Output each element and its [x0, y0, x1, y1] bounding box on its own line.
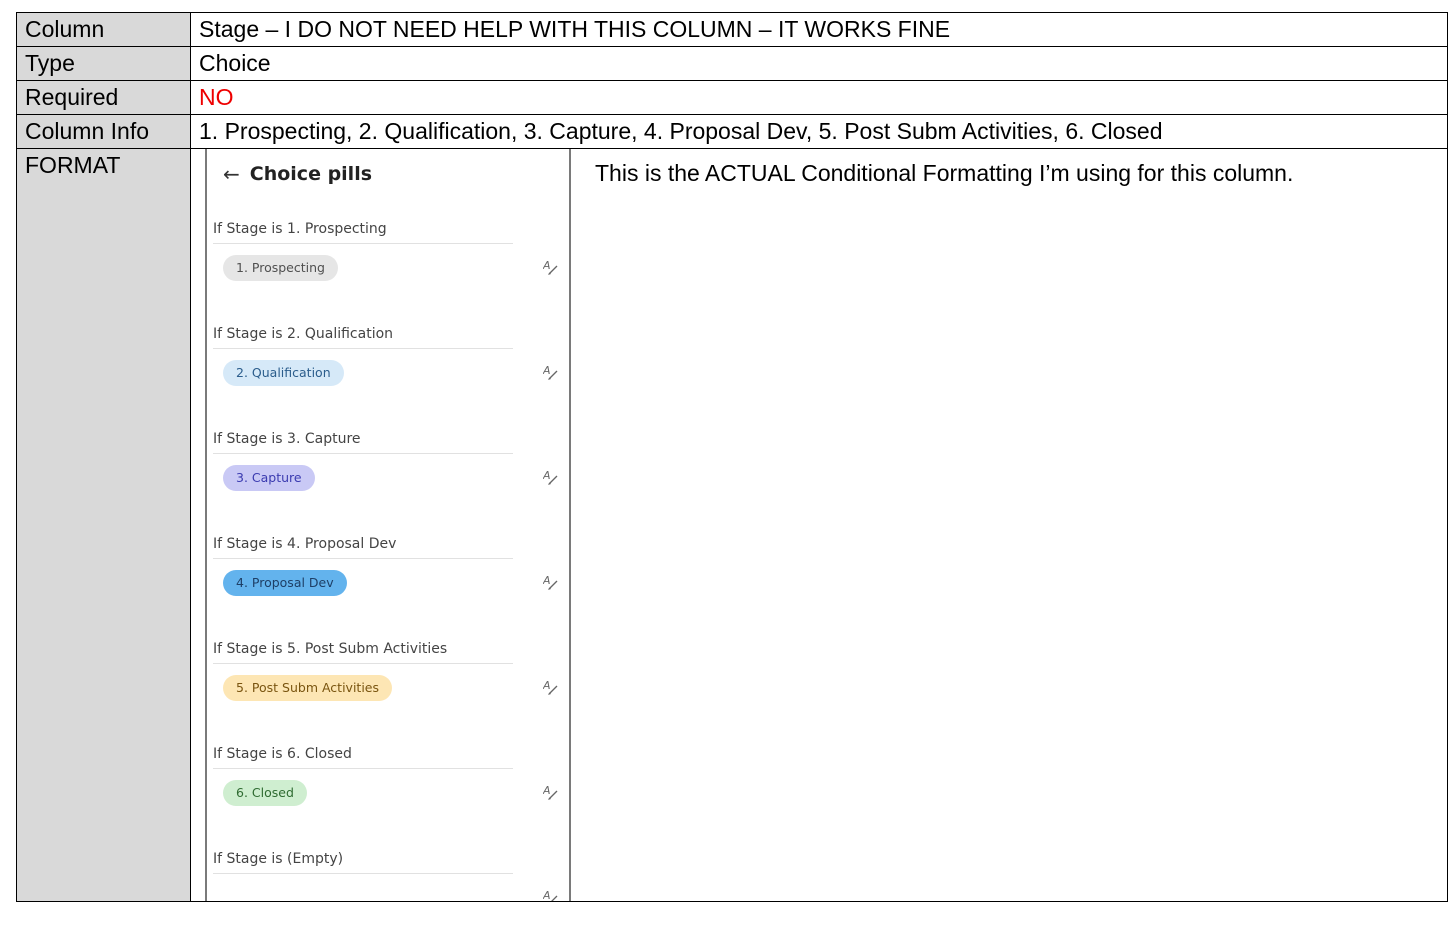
- svg-text:A: A: [543, 469, 551, 482]
- row-type: Type Choice: [16, 46, 1448, 81]
- choice-pill: 4. Proposal Dev: [223, 570, 347, 596]
- edit-style-icon[interactable]: A: [542, 467, 559, 495]
- row-value: 1. Prospecting, 2. Qualification, 3. Cap…: [190, 114, 1448, 149]
- row-label: Type: [16, 46, 191, 81]
- rule-condition: If Stage is 4. Proposal Dev: [213, 536, 397, 552]
- edit-style-icon[interactable]: A: [542, 782, 559, 810]
- rule-condition: If Stage is 3. Capture: [213, 431, 361, 447]
- row-value: Choice: [190, 46, 1448, 81]
- svg-text:A: A: [543, 784, 551, 797]
- rule-separator: [213, 453, 513, 454]
- row-value: Stage – I DO NOT NEED HELP WITH THIS COL…: [190, 12, 1448, 47]
- choice-pill: 5. Post Subm Activities: [223, 675, 392, 701]
- row-column-info: Column Info 1. Prospecting, 2. Qualifica…: [16, 114, 1448, 149]
- spec-table: Column Stage – I DO NOT NEED HELP WITH T…: [16, 12, 1448, 902]
- row-label: FORMAT: [16, 148, 191, 902]
- row-label: Required: [16, 80, 191, 115]
- rule-separator: [213, 348, 513, 349]
- row-label: Column Info: [16, 114, 191, 149]
- choice-pill: 2. Qualification: [223, 360, 344, 386]
- rule-item: If Stage is 4. Proposal Dev 4. Proposal D…: [213, 530, 558, 596]
- rule-item: If Stage is 2. Qualification 2. Qualifica…: [213, 320, 558, 386]
- rule-item: If Stage is 6. Closed 6. Closed A: [213, 740, 558, 806]
- rule-item: If Stage is 5. Post Subm Activities 5. Po…: [213, 635, 558, 701]
- svg-text:A: A: [543, 259, 551, 272]
- choice-pill: 6. Closed: [223, 780, 307, 806]
- edit-style-icon[interactable]: A: [542, 362, 559, 390]
- panel-title: Choice pills: [249, 163, 373, 185]
- rule-separator: [213, 558, 513, 559]
- edit-style-icon[interactable]: A: [542, 887, 559, 902]
- required-value: NO: [190, 80, 1448, 115]
- rule-item: If Stage is (Empty) A: [213, 845, 558, 901]
- rule-condition: If Stage is 5. Post Subm Activities: [213, 641, 448, 657]
- svg-text:A: A: [543, 889, 551, 902]
- rule-separator: [213, 873, 513, 874]
- choice-pill: 1. Prospecting: [223, 255, 338, 281]
- rule-condition: If Stage is (Empty): [213, 851, 344, 867]
- row-required: Required NO: [16, 80, 1448, 115]
- svg-text:A: A: [543, 679, 551, 692]
- svg-text:A: A: [543, 574, 551, 587]
- edit-style-icon[interactable]: A: [542, 572, 559, 600]
- rule-item: If Stage is 1. Prospecting 1. Prospecting…: [213, 215, 558, 281]
- row-format: FORMAT ← Choice pills If Stage is 1. Pro…: [16, 148, 1448, 902]
- rule-condition: If Stage is 2. Qualification: [213, 326, 394, 342]
- format-note: This is the ACTUAL Conditional Formattin…: [595, 160, 1294, 186]
- row-column: Column Stage – I DO NOT NEED HELP WITH T…: [16, 12, 1448, 47]
- edit-style-icon[interactable]: A: [542, 677, 559, 705]
- format-cell: ← Choice pills If Stage is 1. Prospectin…: [190, 148, 1448, 902]
- rule-item: If Stage is 3. Capture 3. Capture A: [213, 425, 558, 491]
- rule-separator: [213, 768, 513, 769]
- svg-text:A: A: [543, 364, 551, 377]
- choice-pills-panel: ← Choice pills If Stage is 1. Prospectin…: [205, 149, 571, 901]
- rule-separator: [213, 663, 513, 664]
- panel-header: ← Choice pills: [223, 161, 372, 187]
- edit-style-icon[interactable]: A: [542, 257, 559, 285]
- rule-condition: If Stage is 1. Prospecting: [213, 221, 387, 237]
- rule-separator: [213, 243, 513, 244]
- row-label: Column: [16, 12, 191, 47]
- choice-pill: 3. Capture: [223, 465, 315, 491]
- arrow-left-icon[interactable]: ←: [223, 164, 240, 184]
- rule-condition: If Stage is 6. Closed: [213, 746, 352, 762]
